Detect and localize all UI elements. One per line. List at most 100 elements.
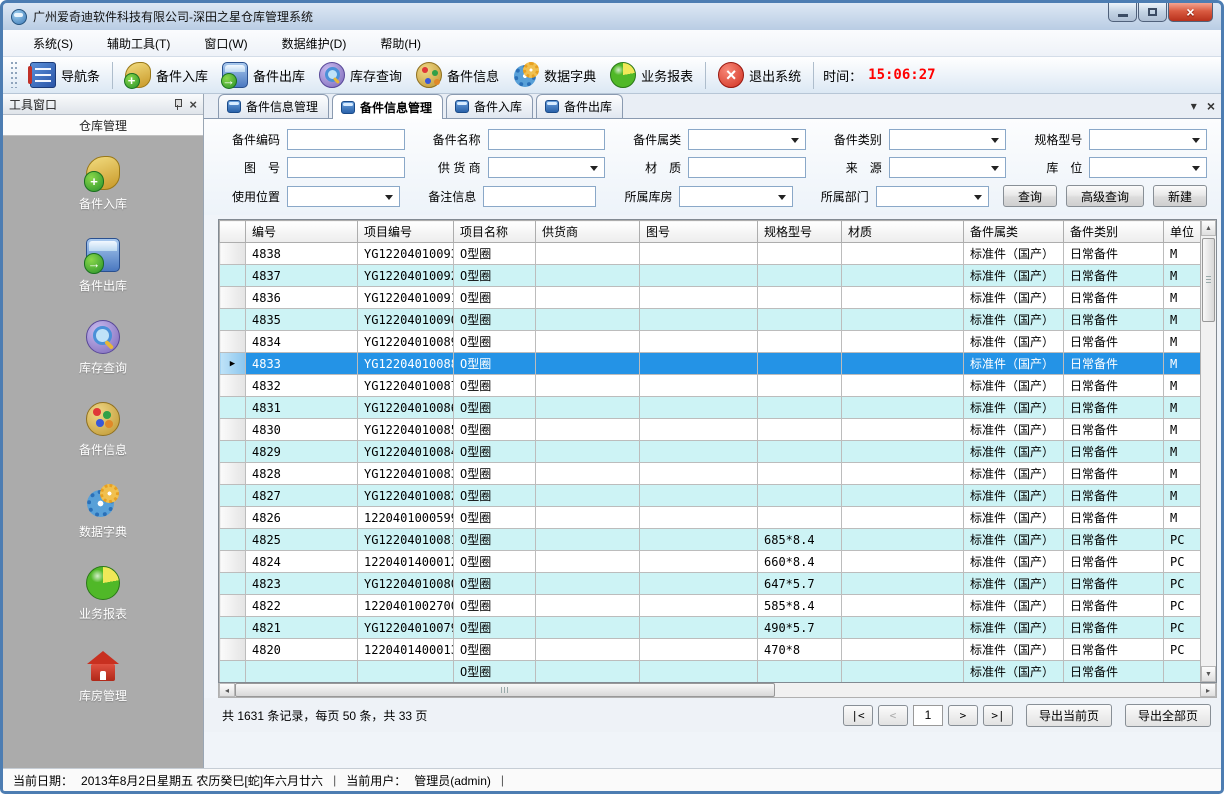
first-page-button[interactable]: |< — [843, 705, 873, 726]
dropdown-select[interactable] — [488, 157, 606, 178]
dropdown-select[interactable] — [688, 129, 806, 150]
table-row[interactable]: 4836YG12204010091O型圈标准件（国产）日常备件M — [220, 287, 1201, 309]
horizontal-scroll-thumb[interactable] — [235, 683, 775, 697]
maximize-button[interactable] — [1138, 3, 1167, 22]
sidebar-item-report[interactable]: 业务报表 — [79, 566, 127, 622]
row-selector[interactable] — [220, 463, 246, 485]
column-header[interactable]: 备件类别 — [1064, 221, 1164, 243]
column-header[interactable]: 材质 — [842, 221, 964, 243]
text-input[interactable] — [488, 129, 606, 150]
row-selector[interactable] — [220, 661, 246, 683]
horizontal-scroll-track[interactable] — [235, 683, 1200, 697]
toolbar-button-inventory-query[interactable]: 库存查询 — [312, 59, 409, 91]
column-header[interactable]: 规格型号 — [758, 221, 842, 243]
column-header[interactable]: 供货商 — [536, 221, 640, 243]
tab[interactable]: 备件出库 — [536, 94, 623, 118]
table-row[interactable]: 4823YG12204010080O型圈647*5.7标准件（国产）日常备件PC — [220, 573, 1201, 595]
scroll-up-icon[interactable]: ▲ — [1201, 220, 1216, 236]
menu-item[interactable]: 帮助(H) — [378, 32, 423, 55]
text-input[interactable] — [688, 157, 806, 178]
search-button[interactable]: 查询 — [1003, 185, 1057, 207]
row-selector[interactable] — [220, 309, 246, 331]
toolbar-button-stock-in[interactable]: 备件入库 — [118, 59, 215, 91]
text-input[interactable] — [287, 157, 405, 178]
text-input[interactable] — [483, 186, 596, 207]
scroll-down-icon[interactable]: ▼ — [1201, 666, 1216, 682]
sidebar-close-icon[interactable]: × — [189, 98, 197, 111]
tab[interactable]: 备件信息管理 — [332, 94, 443, 119]
menu-item[interactable]: 系统(S) — [31, 32, 75, 55]
dropdown-select[interactable] — [1089, 129, 1207, 150]
row-selector[interactable] — [220, 617, 246, 639]
toolbar-button-data-dict[interactable]: 数据字典 — [506, 59, 603, 91]
vertical-scroll-thumb[interactable] — [1202, 238, 1215, 322]
menu-item[interactable]: 数据维护(D) — [280, 32, 349, 55]
advanced-search-button[interactable]: 高级查询 — [1066, 185, 1144, 207]
row-selector[interactable] — [220, 639, 246, 661]
sidebar-item-home[interactable]: 库房管理 — [79, 648, 127, 704]
menu-item[interactable]: 窗口(W) — [202, 32, 249, 55]
sidebar-item-parts-info[interactable]: 备件信息 — [79, 402, 127, 458]
toolbar-button-report[interactable]: 业务报表 — [603, 59, 700, 91]
row-selector[interactable] — [220, 441, 246, 463]
row-selector[interactable] — [220, 397, 246, 419]
table-row[interactable]: 4838YG12204010093O型圈标准件（国产）日常备件M — [220, 243, 1201, 265]
row-selector[interactable] — [220, 419, 246, 441]
toolbar-button-parts-info[interactable]: 备件信息 — [409, 59, 506, 91]
tab-list-dropdown-icon[interactable]: ▾ — [1191, 100, 1197, 112]
table-row[interactable]: 48201220401400013O型圈470*8标准件（国产）日常备件PC — [220, 639, 1201, 661]
row-selector[interactable] — [220, 507, 246, 529]
toolbar-button-exit[interactable]: 退出系统 — [711, 59, 808, 91]
column-header[interactable]: 单位 — [1164, 221, 1201, 243]
row-selector[interactable] — [220, 551, 246, 573]
pin-icon[interactable] — [174, 99, 181, 110]
dropdown-select[interactable] — [889, 157, 1007, 178]
sidebar-group-header[interactable]: 仓库管理 — [3, 115, 203, 136]
table-row[interactable]: 48241220401400012O型圈660*8.4标准件（国产）日常备件PC — [220, 551, 1201, 573]
row-selector-current[interactable]: ▶ — [220, 353, 246, 375]
column-header[interactable]: 图号 — [640, 221, 758, 243]
sidebar-item-stock-in[interactable]: 备件入库 — [79, 156, 127, 212]
table-row[interactable]: 4827YG12204010082O型圈标准件（国产）日常备件M — [220, 485, 1201, 507]
sidebar-item-inventory-query[interactable]: 库存查询 — [79, 320, 127, 376]
table-row[interactable]: 4821YG12204010079O型圈490*5.7标准件（国产）日常备件PC — [220, 617, 1201, 639]
scroll-left-icon[interactable]: ◂ — [219, 683, 235, 697]
toolbar-grip-handle[interactable] — [11, 62, 17, 88]
text-input[interactable] — [287, 129, 405, 150]
sidebar-item-stock-out[interactable]: 备件出库 — [79, 238, 127, 294]
scroll-right-icon[interactable]: ▸ — [1200, 683, 1216, 697]
column-header[interactable]: 项目编号 — [358, 221, 454, 243]
dropdown-select[interactable] — [876, 186, 989, 207]
table-row[interactable]: 4829YG12204010084O型圈标准件（国产）日常备件M — [220, 441, 1201, 463]
minimize-button[interactable] — [1108, 3, 1137, 22]
vertical-scrollbar[interactable]: ▲ ▼ — [1200, 220, 1216, 682]
prev-page-button[interactable]: < — [878, 705, 908, 726]
dropdown-select[interactable] — [287, 186, 400, 207]
row-selector[interactable] — [220, 573, 246, 595]
row-selector[interactable] — [220, 375, 246, 397]
column-header[interactable]: 项目名称 — [454, 221, 536, 243]
row-selector[interactable] — [220, 595, 246, 617]
row-selector[interactable] — [220, 529, 246, 551]
horizontal-scrollbar[interactable]: ◂ ▸ — [218, 683, 1217, 698]
table-row[interactable]: 4828YG12204010083O型圈标准件（国产）日常备件M — [220, 463, 1201, 485]
row-selector[interactable] — [220, 287, 246, 309]
row-selector[interactable] — [220, 485, 246, 507]
tab-close-icon[interactable]: × — [1207, 99, 1215, 113]
dropdown-select[interactable] — [1089, 157, 1207, 178]
table-row[interactable]: 4825YG12204010081O型圈685*8.4标准件（国产）日常备件PC — [220, 529, 1201, 551]
tab[interactable]: 备件信息管理 — [218, 94, 329, 118]
table-row[interactable]: 48261220401000599O型圈标准件（国产）日常备件M — [220, 507, 1201, 529]
table-row[interactable]: ▶4833YG12204010088O型圈标准件（国产）日常备件M — [220, 353, 1201, 375]
next-page-button[interactable]: > — [948, 705, 978, 726]
table-row[interactable]: 4837YG12204010092O型圈标准件（国产）日常备件M — [220, 265, 1201, 287]
tab[interactable]: 备件入库 — [446, 94, 533, 118]
close-button[interactable]: × — [1168, 3, 1213, 22]
table-row-partial[interactable]: O型圈标准件（国产）日常备件 — [220, 661, 1201, 683]
table-row[interactable]: 4835YG12204010090O型圈标准件（国产）日常备件M — [220, 309, 1201, 331]
export-current-page-button[interactable]: 导出当前页 — [1026, 704, 1112, 727]
table-row[interactable]: 4830YG12204010085O型圈标准件（国产）日常备件M — [220, 419, 1201, 441]
table-row[interactable]: 4834YG12204010089O型圈标准件（国产）日常备件M — [220, 331, 1201, 353]
page-number-input[interactable]: 1 — [913, 705, 943, 726]
toolbar-button-nav-book[interactable]: 导航条 — [23, 59, 107, 91]
